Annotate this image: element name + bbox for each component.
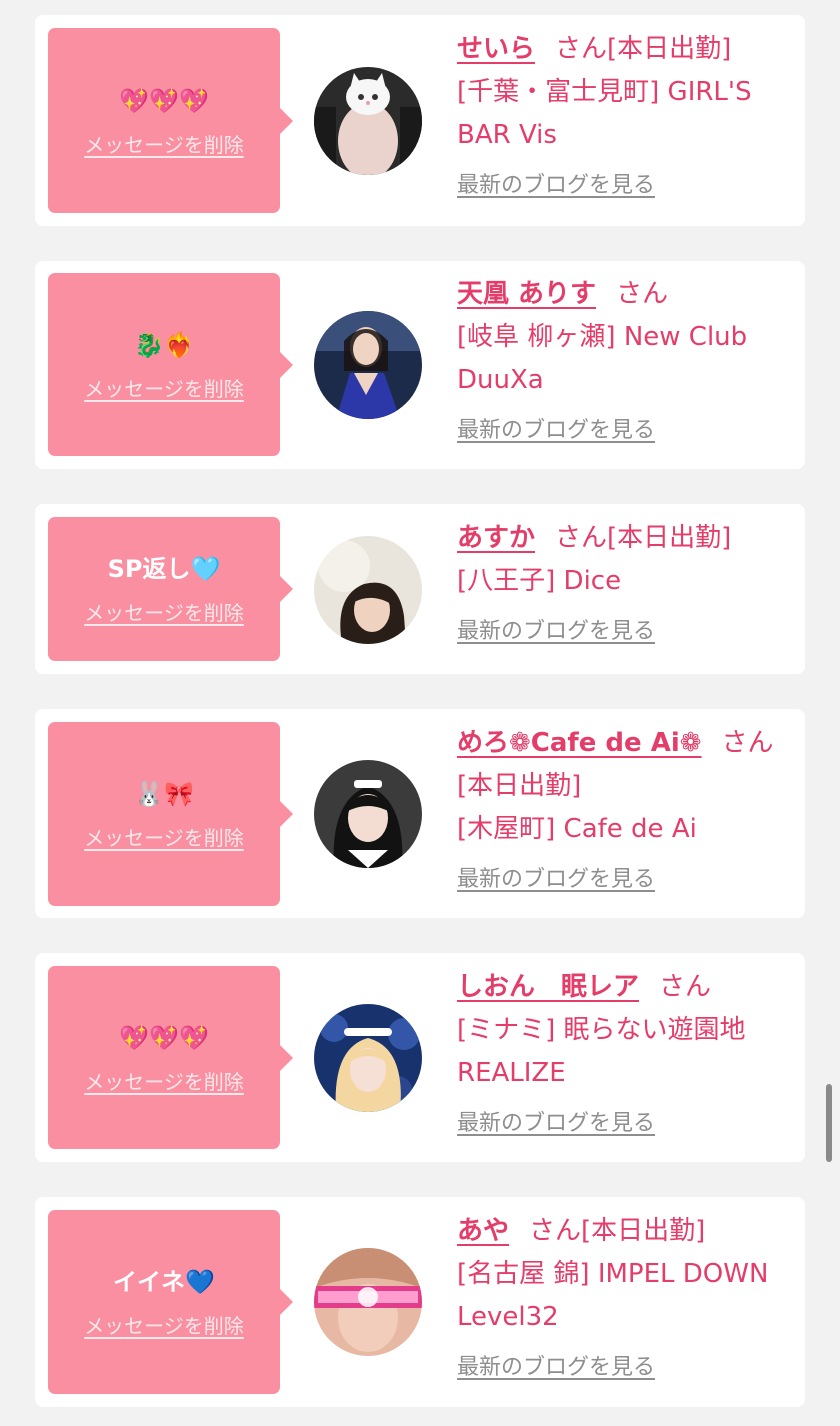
avatar[interactable] — [314, 760, 422, 868]
message-info: せいら さん[本日出勤] [千葉・富士見町] GIRL'S BAR Vis 最新の… — [457, 28, 782, 201]
shop-text: [千葉・富士見町] GIRL'S BAR Vis — [457, 77, 752, 150]
avatar-image — [314, 311, 422, 419]
delete-message-link[interactable]: メッセージを削除 — [84, 825, 244, 851]
latest-blog-link[interactable]: 最新のブログを見る — [457, 865, 655, 895]
avatar-image — [314, 1004, 422, 1112]
cast-name-link[interactable]: あや — [457, 1216, 509, 1246]
reply-text: 💖💖💖 — [119, 1023, 209, 1052]
cast-name-link[interactable]: めろ❁Cafe de Ai❁ — [457, 728, 702, 758]
avatar-image — [314, 1248, 422, 1356]
name-line: しおん 眠レア さん — [457, 966, 782, 1009]
message-bubble: 🐰🎀 メッセージを削除 — [48, 722, 293, 906]
cast-name-link[interactable]: せいら — [457, 34, 535, 64]
latest-blog-link[interactable]: 最新のブログを見る — [457, 416, 655, 446]
shop-text: [木屋町] Cafe de Ai — [457, 814, 697, 844]
name-line: あや さん[本日出勤] — [457, 1210, 782, 1253]
avatar-image — [314, 67, 422, 175]
shop-text: [ミナミ] 眠らない遊園地REALIZE — [457, 1015, 746, 1088]
delete-message-link[interactable]: メッセージを削除 — [84, 600, 244, 626]
avatar[interactable] — [314, 1004, 422, 1112]
status-text: さん — [659, 972, 712, 1002]
delete-message-link[interactable]: メッセージを削除 — [84, 132, 244, 158]
status-text: さん[本日出勤] — [529, 1216, 706, 1246]
name-line: めろ❁Cafe de Ai❁ さん[本日出勤] — [457, 722, 782, 808]
reply-text: 💖💖💖 — [119, 86, 209, 115]
avatar-image — [314, 536, 422, 644]
name-line: 天凰 ありす さん — [457, 273, 782, 316]
delete-message-link[interactable]: メッセージを削除 — [84, 376, 244, 402]
cast-name-link[interactable]: しおん 眠レア — [457, 972, 639, 1002]
message-bubble: 🐉❤️‍🔥 メッセージを削除 — [48, 273, 293, 456]
message-card: 💖💖💖 メッセージを削除 しおん 眠レア さん [ミナミ] 眠らない遊園地REAL… — [35, 953, 805, 1162]
message-bubble: イイネ💙 メッセージを削除 — [48, 1210, 293, 1394]
status-text: さん[本日出勤] — [555, 523, 732, 553]
message-list: 💖💖💖 メッセージを削除 せいら さん[本日出勤] [千葉・富士見町] GIRL'… — [0, 0, 840, 1426]
avatar[interactable] — [314, 311, 422, 419]
avatar[interactable] — [314, 536, 422, 644]
shop-text: [名古屋 錦] IMPEL DOWN Level32 — [457, 1259, 769, 1332]
message-info: めろ❁Cafe de Ai❁ さん[本日出勤] [木屋町] Cafe de Ai … — [457, 722, 782, 895]
reply-text: 🐉❤️‍🔥 — [134, 330, 194, 359]
avatar-image — [314, 760, 422, 868]
message-card: 💖💖💖 メッセージを削除 せいら さん[本日出勤] [千葉・富士見町] GIRL'… — [35, 15, 805, 226]
cast-name-link[interactable]: あすか — [457, 523, 535, 553]
message-bubble: 💖💖💖 メッセージを削除 — [48, 28, 293, 213]
reply-text: イイネ💙 — [113, 1268, 215, 1296]
message-bubble: 💖💖💖 メッセージを削除 — [48, 966, 293, 1149]
reply-text: SP返し🩵 — [107, 555, 221, 583]
message-info: あすか さん[本日出勤] [八王子] Dice 最新のブログを見る — [457, 517, 782, 647]
shop-text: [八王子] Dice — [457, 566, 622, 596]
message-card: 🐉❤️‍🔥 メッセージを削除 天凰 ありす さん [岐阜 柳ヶ瀬] New Clu… — [35, 261, 805, 469]
delete-message-link[interactable]: メッセージを削除 — [84, 1069, 244, 1095]
status-text: さん — [616, 279, 669, 309]
name-line: あすか さん[本日出勤] — [457, 517, 782, 560]
avatar[interactable] — [314, 67, 422, 175]
message-card: SP返し🩵 メッセージを削除 あすか さん[本日出勤] [八王子] Dice 最新… — [35, 504, 805, 674]
latest-blog-link[interactable]: 最新のブログを見る — [457, 171, 655, 201]
latest-blog-link[interactable]: 最新のブログを見る — [457, 1353, 655, 1383]
avatar[interactable] — [314, 1248, 422, 1356]
message-bubble: SP返し🩵 メッセージを削除 — [48, 517, 293, 661]
shop-text: [岐阜 柳ヶ瀬] New Club DuuXa — [457, 322, 748, 395]
message-info: 天凰 ありす さん [岐阜 柳ヶ瀬] New Club DuuXa 最新のブログを… — [457, 273, 782, 446]
status-text: さん[本日出勤] — [555, 34, 732, 64]
scrollbar[interactable] — [826, 1084, 832, 1162]
cast-name-link[interactable]: 天凰 ありす — [457, 279, 596, 309]
delete-message-link[interactable]: メッセージを削除 — [84, 1313, 244, 1339]
message-info: しおん 眠レア さん [ミナミ] 眠らない遊園地REALIZE 最新のブログを見る — [457, 966, 782, 1139]
message-card: 🐰🎀 メッセージを削除 めろ❁Cafe de Ai❁ さん[本日出勤] [木屋町]… — [35, 709, 805, 918]
latest-blog-link[interactable]: 最新のブログを見る — [457, 617, 655, 647]
name-line: せいら さん[本日出勤] — [457, 28, 782, 71]
latest-blog-link[interactable]: 最新のブログを見る — [457, 1109, 655, 1139]
message-card: イイネ💙 メッセージを削除 あや さん[本日出勤] [名古屋 錦] IMPEL D… — [35, 1197, 805, 1407]
message-info: あや さん[本日出勤] [名古屋 錦] IMPEL DOWN Level32 最新… — [457, 1210, 782, 1383]
reply-text: 🐰🎀 — [134, 780, 194, 808]
